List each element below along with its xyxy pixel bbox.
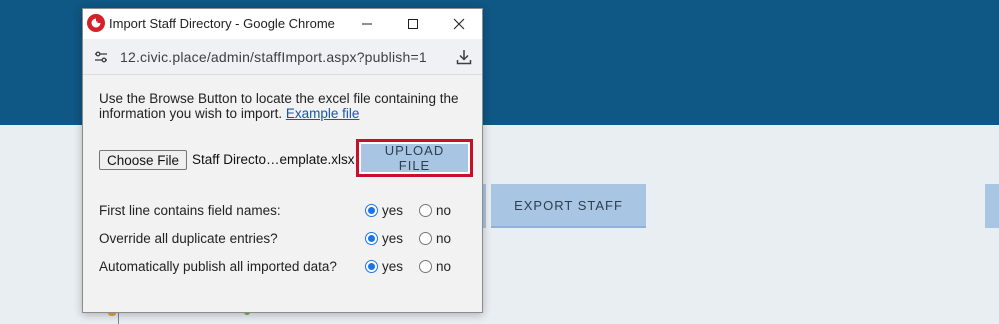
override-no-radio[interactable] (419, 232, 432, 245)
app-logo-icon (87, 14, 105, 32)
minimize-icon (362, 23, 372, 25)
option-row-field-names: First line contains field names: yes no (99, 202, 474, 220)
partial-button-right[interactable] (985, 184, 999, 228)
field-names-no-radio[interactable] (419, 204, 432, 217)
option-row-auto-publish: Automatically publish all imported data?… (99, 258, 474, 276)
address-bar: 12.civic.place/admin/staffImport.aspx?pu… (83, 39, 482, 75)
selected-file-name: Staff Directo…emplate.xlsx (192, 152, 355, 167)
option-label: Automatically publish all imported data? (99, 259, 337, 274)
yes-label: yes (382, 231, 404, 246)
maximize-icon (408, 19, 418, 29)
publish-yes-radio[interactable] (365, 260, 378, 273)
field-names-yes-radio[interactable] (365, 204, 378, 217)
instructions-body: Use the Browse Button to locate the exce… (99, 91, 459, 121)
site-settings-icon[interactable] (91, 47, 111, 67)
no-label: no (436, 231, 452, 246)
yes-label: yes (382, 203, 404, 218)
choose-file-button[interactable]: Choose File (99, 150, 187, 170)
window-title: Import Staff Directory - Google Chrome (109, 16, 335, 31)
option-label: Override all duplicate entries? (99, 231, 278, 246)
close-icon (453, 18, 465, 30)
no-label: no (436, 259, 452, 274)
example-file-link[interactable]: Example file (286, 106, 360, 121)
download-icon[interactable] (453, 46, 475, 68)
minimize-button[interactable] (344, 9, 390, 39)
option-label: First line contains field names: (99, 203, 281, 218)
window-titlebar: Import Staff Directory - Google Chrome (83, 9, 482, 39)
override-yes-radio[interactable] (365, 232, 378, 245)
publish-no-radio[interactable] (419, 260, 432, 273)
tree-connector-line (118, 313, 119, 324)
import-form: Use the Browse Button to locate the exce… (83, 76, 482, 312)
maximize-button[interactable] (390, 9, 436, 39)
export-staff-button[interactable]: EXPORT STAFF (491, 184, 646, 228)
upload-button-highlight: UPLOAD FILE (356, 139, 473, 177)
url-text[interactable]: 12.civic.place/admin/staffImport.aspx?pu… (120, 49, 427, 65)
instructions-text: Use the Browse Button to locate the exce… (99, 91, 474, 121)
close-button[interactable] (436, 9, 482, 39)
option-row-override-duplicates: Override all duplicate entries? yes no (99, 230, 474, 248)
yes-label: yes (382, 259, 404, 274)
upload-file-button[interactable]: UPLOAD FILE (361, 143, 468, 173)
no-label: no (436, 203, 452, 218)
